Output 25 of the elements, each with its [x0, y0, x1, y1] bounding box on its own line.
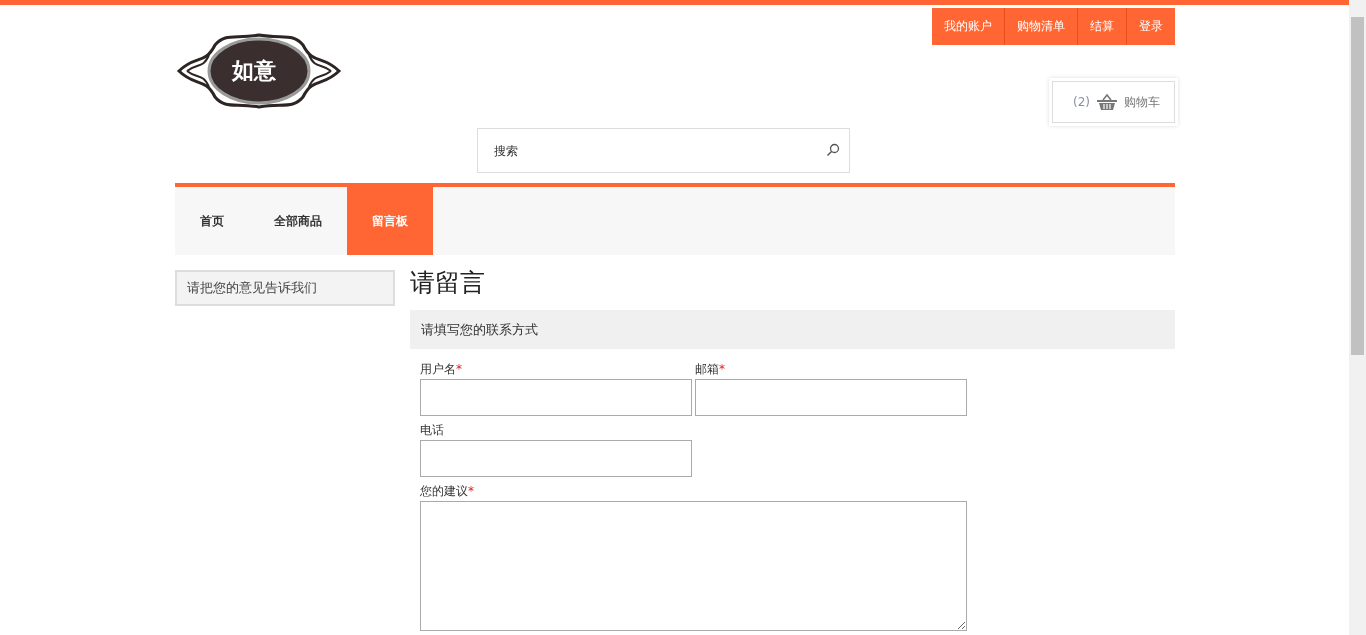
account-link[interactable]: 结算 [1077, 8, 1126, 45]
cart-count: (2) [1073, 95, 1090, 109]
input-field[interactable] [695, 379, 967, 416]
basket-icon [1096, 93, 1118, 111]
nav-tab[interactable]: 全部商品 [249, 187, 347, 255]
cart-button[interactable]: (2) 购物车 [1052, 81, 1175, 123]
sidebar-item[interactable]: 请把您的意见告诉我们 [175, 270, 395, 306]
field-label: 邮箱* [695, 361, 726, 378]
search-icon[interactable] [825, 143, 840, 157]
search-field[interactable]: 搜索 [476, 128, 850, 173]
field-label: 您的建议* [420, 483, 475, 500]
input-field[interactable] [420, 379, 692, 416]
section-header: 请填写您的联系方式 [410, 310, 1175, 349]
logo-text: 如意 [232, 56, 276, 84]
field-label: 电话 [420, 422, 445, 439]
scrollbar[interactable] [1349, 0, 1366, 635]
field-label: 用户名* [420, 361, 463, 378]
input-field[interactable] [420, 440, 692, 477]
account-link[interactable]: 登录 [1126, 8, 1175, 45]
nav-tab[interactable]: 留言板 [347, 187, 433, 255]
account-link[interactable]: 购物清单 [1004, 8, 1077, 45]
nav-tab[interactable]: 首页 [175, 187, 249, 255]
page-title: 请留言 [410, 267, 486, 299]
logo[interactable]: 如意 [175, 25, 343, 117]
account-link[interactable]: 我的账户 [932, 8, 1004, 45]
